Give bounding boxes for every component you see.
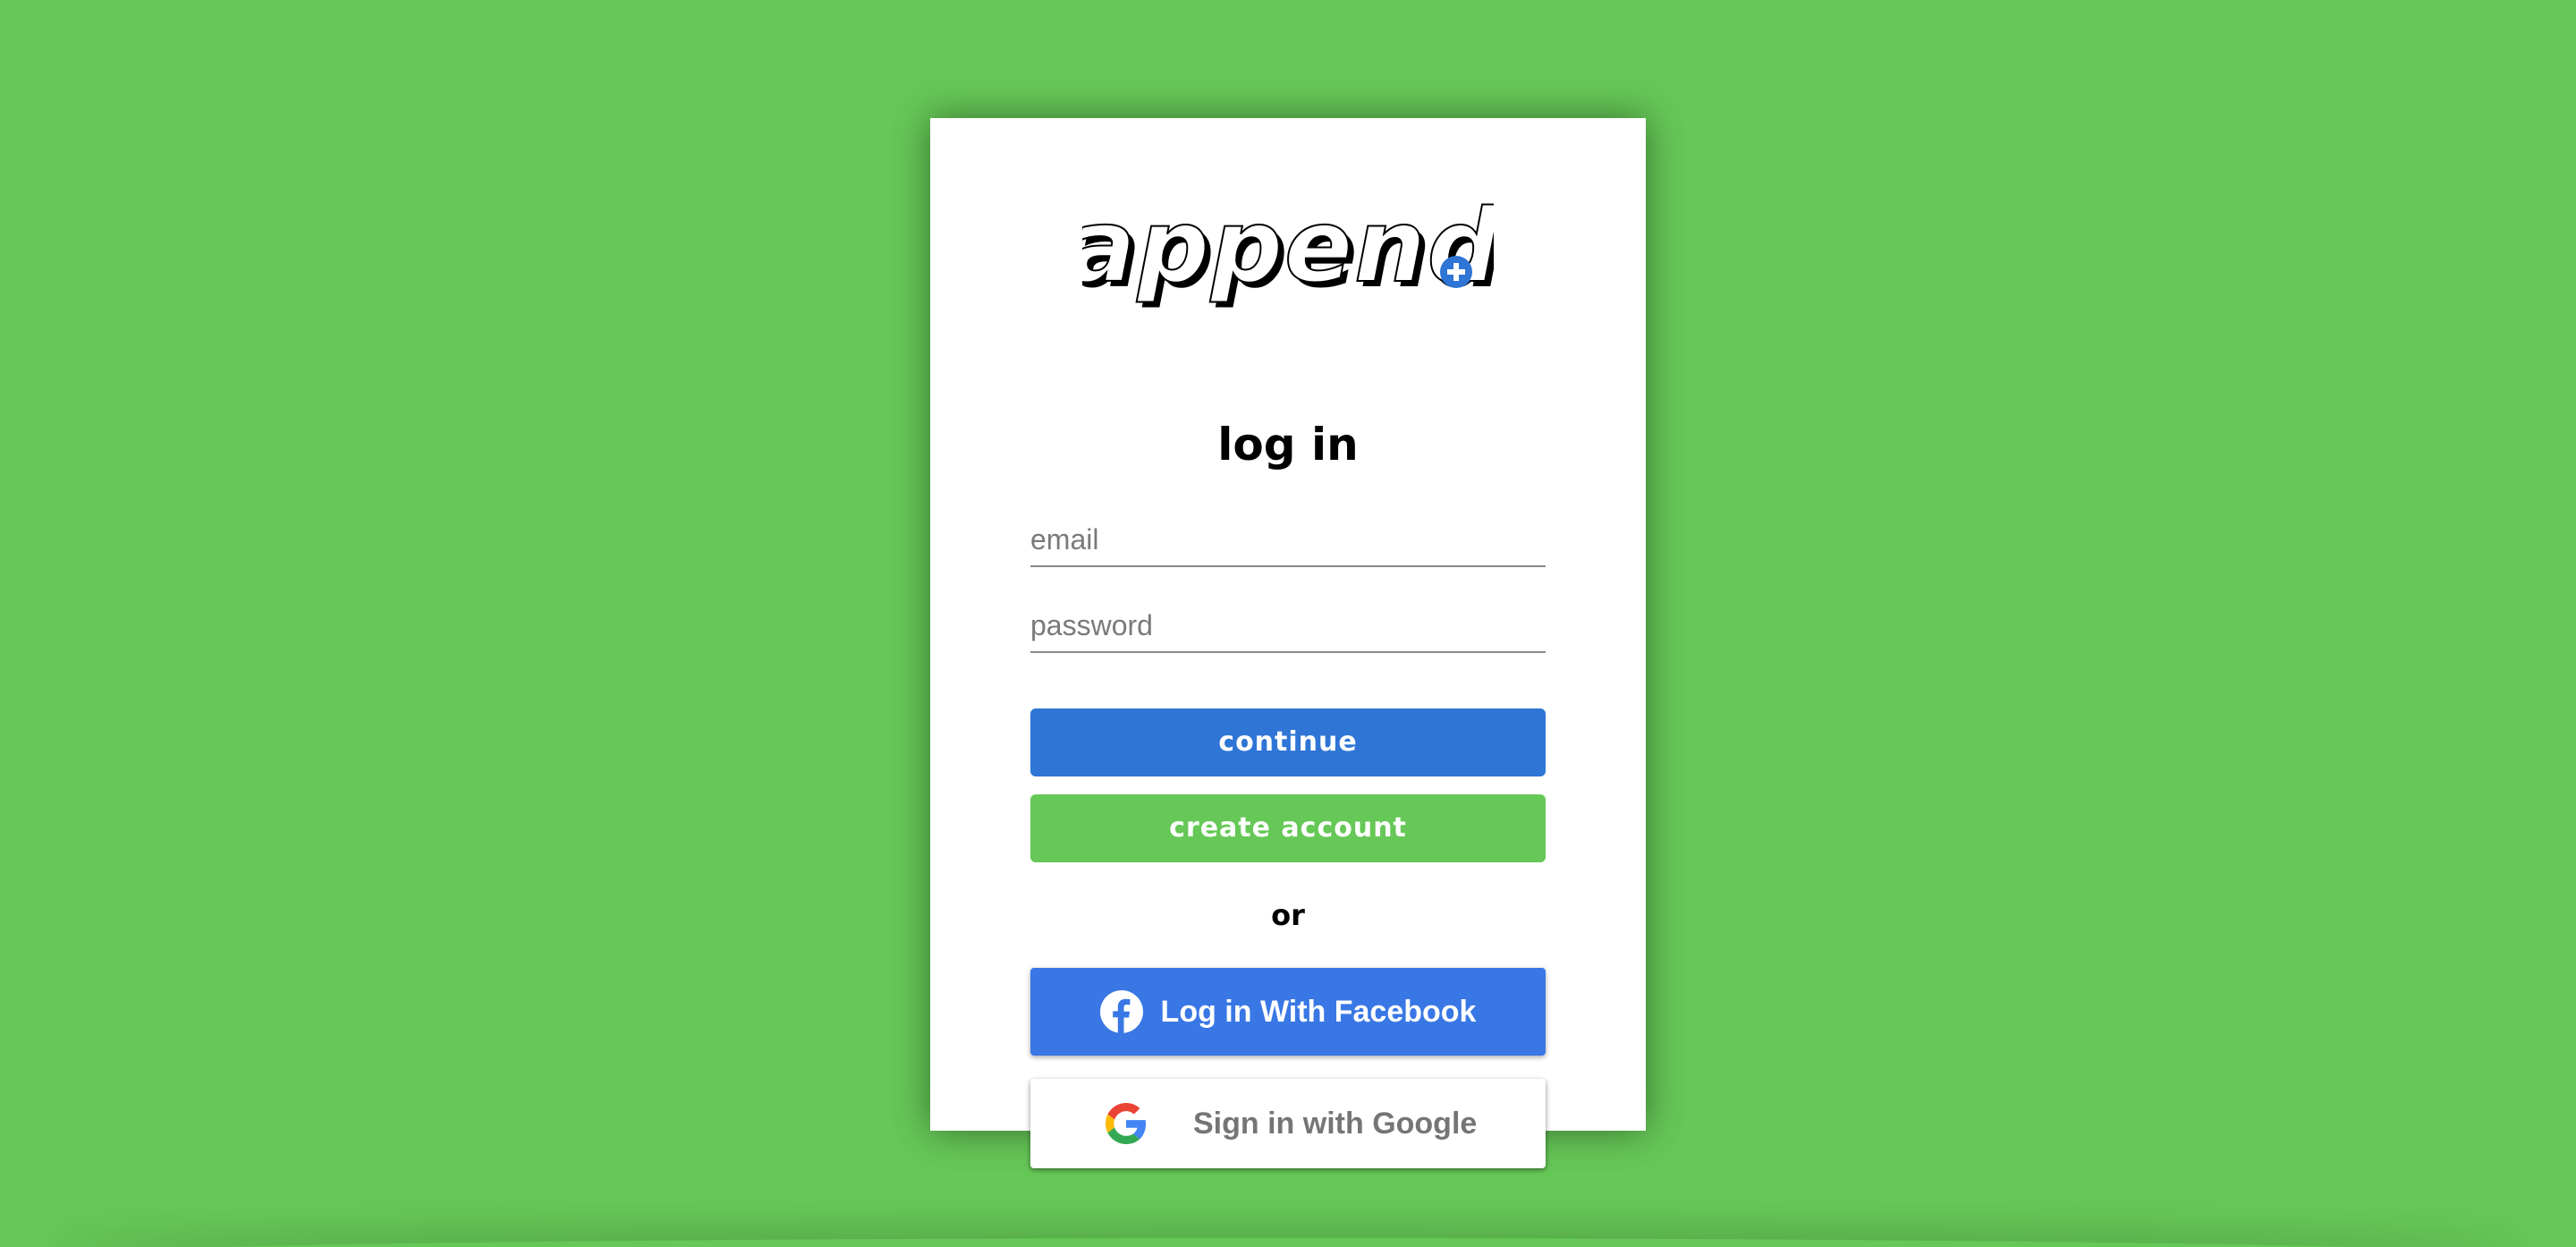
plus-icon [1440,256,1472,288]
facebook-button-label: Log in With Facebook [1160,994,1477,1029]
password-field-wrapper [1030,601,1546,653]
password-input[interactable] [1030,601,1546,649]
email-field-wrapper [1030,515,1546,567]
append-logo-graphic: append append [1082,188,1494,310]
facebook-login-button[interactable]: Log in With Facebook [1030,968,1546,1056]
bottom-shadow [54,1238,2522,1247]
append-logo: append append [930,181,1646,315]
google-button-label: Sign in with Google [1193,1106,1478,1141]
login-card: append append log in continue create acc… [930,118,1646,1168]
google-icon [1106,1103,1147,1144]
or-separator: or [1271,898,1305,932]
email-input[interactable] [1030,515,1546,564]
google-login-button[interactable]: Sign in with Google [1030,1079,1546,1168]
page-title: log in [1217,419,1359,471]
page-background: append append log in continue create acc… [0,0,2576,1247]
logo-text: append [1082,189,1494,305]
create-account-button[interactable]: create account [1030,794,1546,862]
continue-button[interactable]: continue [1030,708,1546,776]
facebook-icon [1099,990,1143,1033]
